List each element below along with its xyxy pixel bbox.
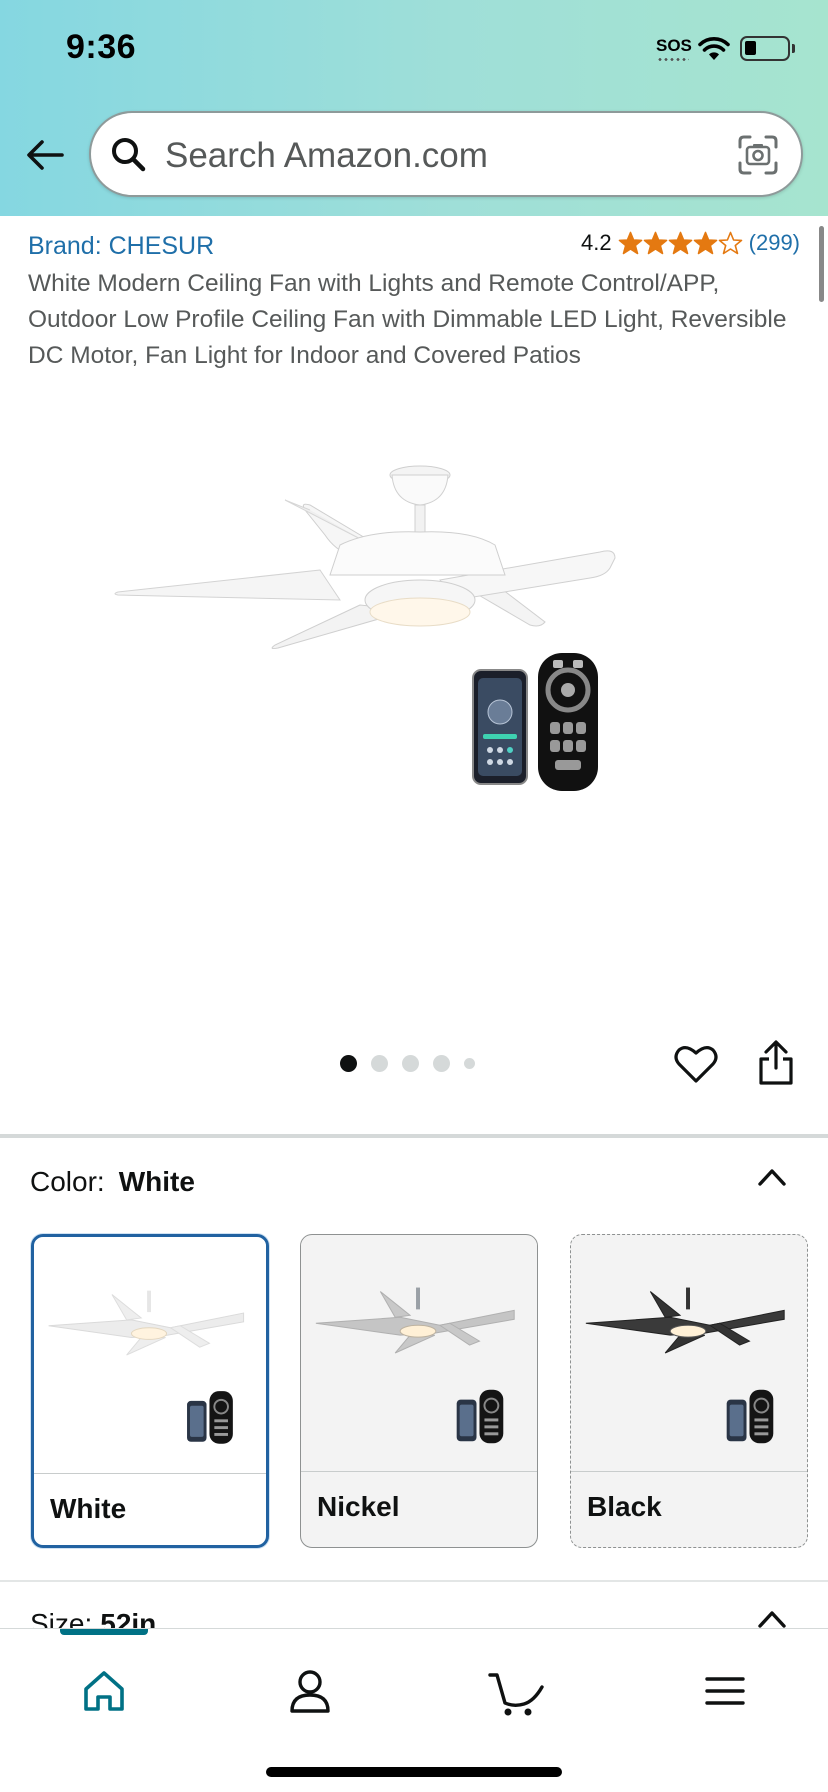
nav-active-indicator (60, 1629, 148, 1635)
product-page: 9:36 SOS Search Amazon.com Brand: CHESUR… (0, 0, 828, 1792)
color-selected-value: White (118, 1166, 195, 1197)
rating-count[interactable]: (299) (749, 230, 800, 256)
section-divider (0, 1134, 828, 1138)
swatch-image-black (571, 1235, 807, 1471)
rating-summary[interactable]: 4.2 (299) (581, 230, 800, 256)
status-time: 9:36 (66, 28, 137, 66)
color-label: Color: (30, 1166, 105, 1197)
image-carousel-dots[interactable] (340, 1055, 475, 1072)
home-indicator-bar (266, 1767, 562, 1777)
carousel-dot[interactable] (433, 1055, 450, 1072)
battery-icon (740, 36, 790, 61)
swatch-divider (571, 1471, 807, 1472)
wifi-icon (698, 37, 730, 60)
back-arrow-icon[interactable] (24, 134, 66, 176)
size-heading: Size: 52in (30, 1608, 156, 1630)
brand-link[interactable]: Brand: CHESUR (28, 232, 214, 261)
swatch-label-white: White (50, 1493, 127, 1524)
color-option-white[interactable]: White (31, 1234, 269, 1548)
carousel-dot[interactable] (340, 1055, 357, 1072)
account-icon[interactable] (282, 1663, 338, 1719)
bottom-nav (0, 1628, 828, 1792)
color-option-black[interactable]: Black (570, 1234, 808, 1548)
swatch-label-black: Black (587, 1491, 662, 1522)
search-icon (112, 138, 146, 172)
header: 9:36 SOS Search Amazon.com (0, 0, 828, 216)
battery-nub (792, 44, 795, 53)
carousel-dot[interactable] (371, 1055, 388, 1072)
carousel-dot[interactable] (402, 1055, 419, 1072)
sos-indicator: SOS (656, 36, 692, 55)
swatch-image-white (34, 1239, 266, 1471)
home-icon[interactable] (76, 1663, 132, 1719)
camera-lens-icon[interactable] (737, 134, 779, 176)
scroll-indicator (819, 226, 824, 302)
star-icon (668, 231, 692, 254)
share-icon[interactable] (756, 1040, 796, 1086)
product-title: White Modern Ceiling Fan with Lights and… (28, 270, 787, 369)
swatch-image-nickel (301, 1235, 537, 1471)
size-label: Size: (30, 1608, 93, 1630)
carousel-dot[interactable] (464, 1058, 475, 1069)
star-icon (693, 231, 717, 254)
menu-icon[interactable] (697, 1663, 753, 1719)
swatch-label-nickel: Nickel (317, 1491, 400, 1522)
heart-icon[interactable] (674, 1044, 718, 1084)
swatch-divider (34, 1473, 266, 1474)
star-icon (718, 231, 742, 254)
signal-dots-icon (657, 58, 689, 61)
product-image[interactable] (110, 450, 710, 910)
star-icon (643, 231, 667, 254)
chevron-up-icon[interactable] (756, 1608, 788, 1630)
swatch-divider (301, 1471, 537, 1472)
cart-icon[interactable] (488, 1663, 544, 1719)
rating-value: 4.2 (581, 230, 612, 255)
color-heading: Color: White (30, 1166, 195, 1198)
star-icon (618, 231, 642, 254)
size-selected-value: 52in (100, 1608, 157, 1630)
section-divider (0, 1580, 828, 1582)
search-input[interactable]: Search Amazon.com (89, 111, 803, 197)
rating-stars (618, 231, 743, 256)
color-option-nickel[interactable]: Nickel (300, 1234, 538, 1548)
search-placeholder: Search Amazon.com (165, 136, 488, 175)
chevron-up-icon[interactable] (756, 1166, 788, 1188)
